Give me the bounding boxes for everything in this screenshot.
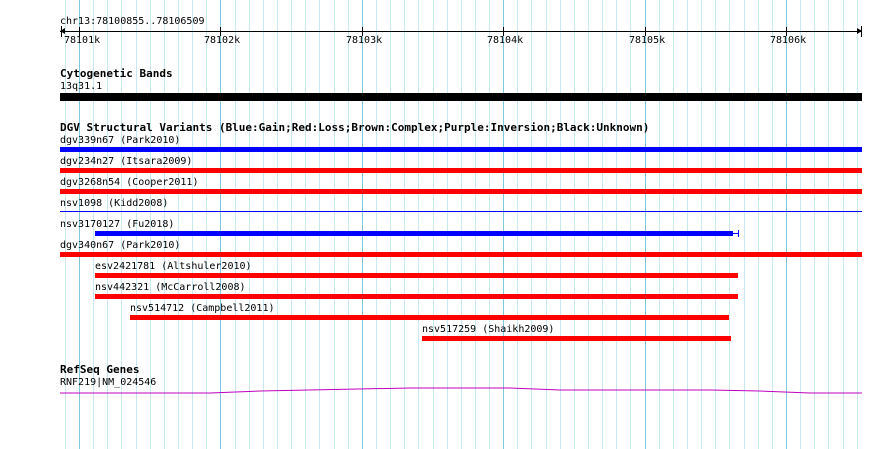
dgv-feature-label[interactable]: dgv340n67 (Park2010)	[60, 240, 180, 251]
dgv-feature-label[interactable]: nsv3170127 (Fu2018)	[60, 219, 174, 230]
dgv-feature-label[interactable]: nsv514712 (Campbell2011)	[130, 303, 275, 314]
dgv-feature-label[interactable]: nsv442321 (McCarroll2008)	[95, 282, 246, 293]
ruler-tick-label: 78101k	[64, 35, 101, 46]
dgv-feature-label[interactable]: dgv3268n54 (Cooper2011)	[60, 177, 198, 188]
ruler-tick-label: 78105k	[629, 35, 666, 46]
dgv-feature-label[interactable]: esv2421781 (Altshuler2010)	[95, 261, 252, 272]
ruler-tick	[861, 26, 862, 37]
track-title-refseq: RefSeq Genes	[60, 363, 140, 376]
dgv-feature-bar[interactable]	[60, 252, 862, 257]
dgv-feature-bar[interactable]	[130, 315, 729, 320]
ruler-tick-label: 78102k	[204, 35, 241, 46]
dgv-feature-whisker	[738, 230, 739, 237]
dgv-feature-label[interactable]: nsv517259 (Shaikh2009)	[422, 324, 554, 335]
cytoband-label[interactable]: 13q31.1	[60, 81, 102, 92]
ruler-tick-label: 78103k	[346, 35, 383, 46]
track-title-dgv: DGV Structural Variants (Blue:Gain;Red:L…	[60, 121, 650, 134]
cytoband-bar[interactable]	[60, 93, 862, 101]
track-title-cytoband: Cytogenetic Bands	[60, 67, 173, 80]
dgv-feature-bar[interactable]	[60, 189, 862, 194]
dgv-feature-bar[interactable]	[95, 273, 738, 278]
ruler-tick	[61, 26, 62, 37]
dgv-feature-bar[interactable]	[95, 231, 733, 236]
dgv-feature-bar[interactable]	[95, 294, 738, 299]
dgv-feature-bar[interactable]	[60, 168, 862, 173]
dgv-feature-label[interactable]: nsv1098 (Kidd2008)	[60, 198, 168, 209]
ruler-tick-label: 78106k	[770, 35, 807, 46]
ruler-line	[60, 31, 862, 32]
dgv-feature-bar[interactable]	[60, 147, 862, 152]
refseq-gene-label[interactable]: RNF219|NM_024546	[60, 377, 156, 388]
dgv-feature-bar[interactable]	[60, 211, 862, 212]
dgv-feature-label[interactable]: dgv234n27 (Itsara2009)	[60, 156, 192, 167]
ruler-tick-label: 78104k	[487, 35, 524, 46]
dgv-feature-label[interactable]: dgv339n67 (Park2010)	[60, 135, 180, 146]
region-label: chr13:78100855..78106509	[60, 16, 205, 27]
dgv-feature-bar[interactable]	[422, 336, 731, 341]
